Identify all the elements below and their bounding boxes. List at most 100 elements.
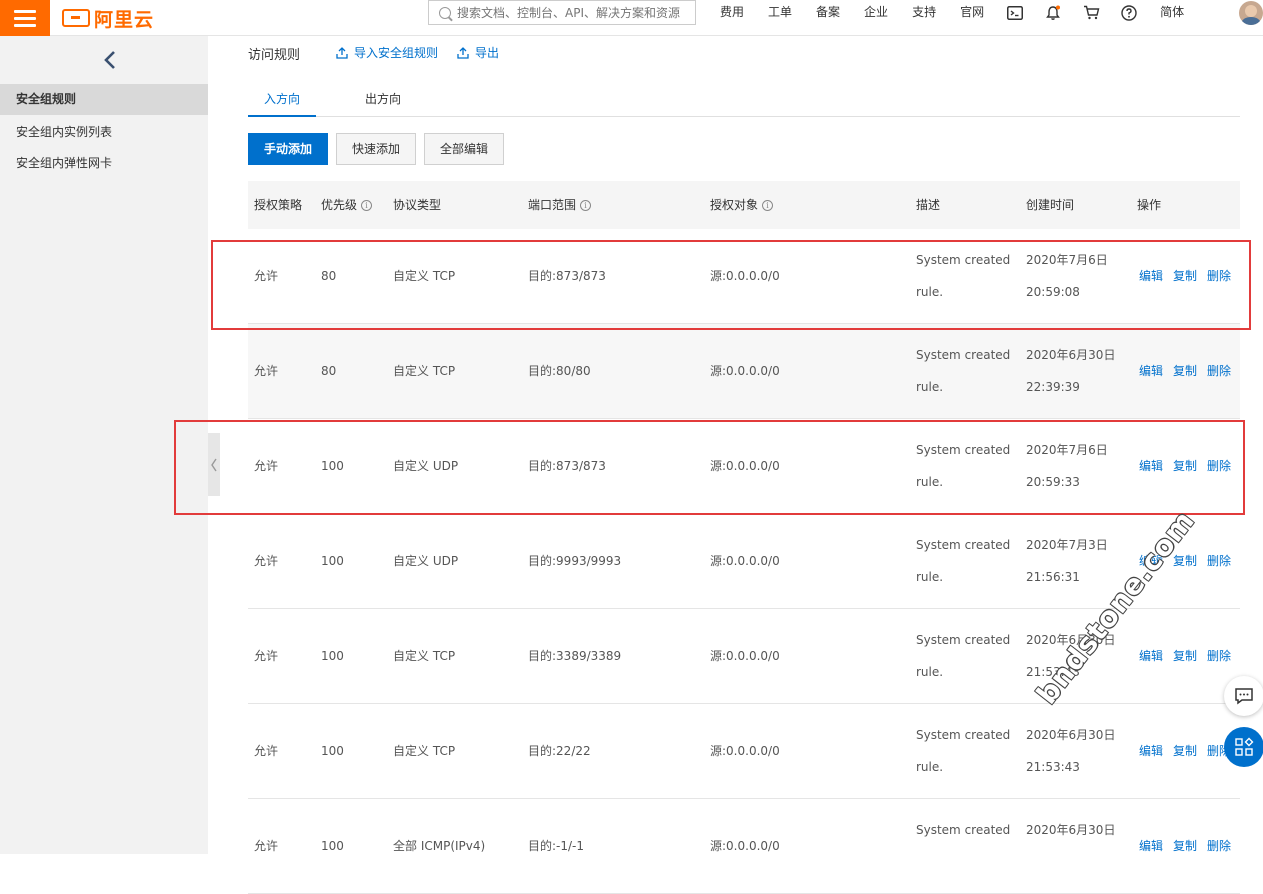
logo-text: 阿里云 xyxy=(94,8,155,31)
cell-desc-line1: System created xyxy=(916,443,1011,457)
cell-port: 目的:22/22 xyxy=(528,744,591,758)
row-actions: 编辑 复制 删除 xyxy=(1139,799,1231,894)
cell-priority: 100 xyxy=(321,649,344,663)
copy-link[interactable]: 复制 xyxy=(1173,609,1197,704)
tab-outbound[interactable]: 出方向 xyxy=(349,81,417,117)
edit-link[interactable]: 编辑 xyxy=(1139,799,1163,894)
copy-link[interactable]: 复制 xyxy=(1173,229,1197,324)
header-policy-label: 授权策略 xyxy=(254,198,303,212)
header-priority: 优先级 i xyxy=(321,181,373,229)
cell-created-date: 2020年6月30日 xyxy=(1026,348,1116,362)
nav-item-tickets[interactable]: 工单 xyxy=(756,0,804,25)
cell-target: 源:0.0.0.0/0 xyxy=(710,744,780,758)
cell-desc: System created rule. xyxy=(916,514,1010,609)
hamburger-icon xyxy=(14,9,36,13)
sidebar-toggle-handle[interactable] xyxy=(208,433,220,496)
help-icon[interactable] xyxy=(1110,0,1148,25)
nav-item-support[interactable]: 支持 xyxy=(900,0,948,25)
cell-created-time: 20:59:33 xyxy=(1026,475,1080,489)
sidebar-item-security-group-rules[interactable]: 安全组规则 xyxy=(0,84,208,115)
sidebar-item-instance-list[interactable]: 安全组内实例列表 xyxy=(0,117,208,148)
cell-created: 2020年6月30日 22:39:39 xyxy=(1026,324,1115,419)
cell-desc-line2: rule. xyxy=(916,570,944,584)
bell-icon[interactable] xyxy=(1034,0,1072,25)
edit-link[interactable]: 编辑 xyxy=(1139,324,1163,419)
cell-desc-line2: rule. xyxy=(916,475,944,489)
row-actions: 编辑 复制 删除 xyxy=(1139,324,1231,419)
search-input[interactable] xyxy=(457,5,687,20)
cell-created: 2020年7月6日 20:59:33 xyxy=(1026,419,1108,514)
edit-all-button[interactable]: 全部编辑 xyxy=(424,133,504,165)
copy-link[interactable]: 复制 xyxy=(1173,799,1197,894)
terminal-icon[interactable] xyxy=(996,0,1034,25)
cell-policy: 允许 xyxy=(254,554,279,568)
sidebar-item-eni-list[interactable]: 安全组内弹性网卡 xyxy=(0,148,208,179)
copy-link[interactable]: 复制 xyxy=(1173,419,1197,514)
info-icon[interactable]: i xyxy=(580,199,592,211)
menu-button[interactable] xyxy=(0,0,50,36)
logo[interactable]: 阿里云 xyxy=(62,4,154,32)
cell-target: 源:0.0.0.0/0 xyxy=(710,839,780,853)
cell-target: 源:0.0.0.0/0 xyxy=(710,364,780,378)
table-header: 授权策略 优先级 i 协议类型 端口范围 i 授权对象 i 描述 创建时间 操作 xyxy=(248,181,1240,229)
language-switch[interactable]: 简体 xyxy=(1148,0,1196,25)
nav-item-official-site[interactable]: 官网 xyxy=(948,0,996,25)
cell-created-time: 21:53:43 xyxy=(1026,760,1080,774)
nav-item-fees[interactable]: 费用 xyxy=(708,0,756,25)
export-link[interactable]: 导出 xyxy=(457,44,499,61)
export-label: 导出 xyxy=(475,46,500,60)
table-row: 允许 100 全部 ICMP(IPv4) 目的:-1/-1 源:0.0.0.0/0 Sys… xyxy=(248,799,1240,894)
edit-link[interactable]: 编辑 xyxy=(1139,229,1163,324)
header-created-label: 创建时间 xyxy=(1026,198,1075,212)
copy-link[interactable]: 复制 xyxy=(1173,324,1197,419)
delete-link[interactable]: 删除 xyxy=(1207,799,1231,894)
cell-priority: 100 xyxy=(321,839,344,853)
header-protocol: 协议类型 xyxy=(393,181,441,229)
cell-desc-line1: System created xyxy=(916,728,1011,742)
edit-link[interactable]: 编辑 xyxy=(1139,419,1163,514)
cell-priority: 100 xyxy=(321,744,344,758)
apps-button[interactable] xyxy=(1224,727,1263,767)
cell-policy: 允许 xyxy=(254,744,279,758)
cell-protocol: 自定义 UDP xyxy=(393,554,459,568)
search-box[interactable] xyxy=(428,0,696,25)
row-actions: 编辑 复制 删除 xyxy=(1139,609,1231,704)
chat-button[interactable] xyxy=(1224,676,1263,716)
copy-link[interactable]: 复制 xyxy=(1173,704,1197,799)
row-actions: 编辑 复制 删除 xyxy=(1139,419,1231,514)
delete-link[interactable]: 删除 xyxy=(1207,419,1231,514)
avatar[interactable] xyxy=(1239,1,1263,25)
table-row: 允许 100 自定义 TCP 目的:22/22 源:0.0.0.0/0 System cr… xyxy=(248,704,1240,799)
info-icon[interactable]: i xyxy=(361,199,373,211)
delete-link[interactable]: 删除 xyxy=(1207,324,1231,419)
cart-icon[interactable] xyxy=(1072,0,1110,25)
chevron-left-icon[interactable] xyxy=(100,48,120,72)
chat-icon xyxy=(1235,688,1253,705)
manual-add-button[interactable]: 手动添加 xyxy=(248,133,328,165)
nav-item-icp[interactable]: 备案 xyxy=(804,0,852,25)
info-icon[interactable]: i xyxy=(762,199,774,211)
edit-link[interactable]: 编辑 xyxy=(1139,609,1163,704)
cell-target: 源:0.0.0.0/0 xyxy=(710,554,780,568)
cell-protocol: 自定义 UDP xyxy=(393,459,459,473)
cell-created-time: 22:39:39 xyxy=(1026,380,1080,394)
delete-link[interactable]: 删除 xyxy=(1207,229,1231,324)
cell-priority: 100 xyxy=(321,459,344,473)
cell-desc-line2: rule. xyxy=(916,380,944,394)
tab-inbound[interactable]: 入方向 xyxy=(248,81,316,117)
cell-desc-line1: System created xyxy=(916,633,1011,647)
delete-link[interactable]: 删除 xyxy=(1207,514,1231,609)
cell-policy: 允许 xyxy=(254,649,279,663)
header-port: 端口范围 i xyxy=(528,181,592,229)
cell-desc-line1: System created xyxy=(916,253,1011,267)
cell-created-date: 2020年6月30日 xyxy=(1026,728,1116,742)
quick-add-button[interactable]: 快速添加 xyxy=(336,133,416,165)
cell-created: 2020年7月6日 20:59:08 xyxy=(1026,229,1108,324)
import-rules-link[interactable]: 导入安全组规则 xyxy=(336,44,438,61)
edit-link[interactable]: 编辑 xyxy=(1139,704,1163,799)
cell-protocol: 自定义 TCP xyxy=(393,269,456,283)
header-ops: 操作 xyxy=(1137,181,1161,229)
apps-icon xyxy=(1235,737,1254,756)
nav-item-enterprise[interactable]: 企业 xyxy=(852,0,900,25)
cell-port: 目的:-1/-1 xyxy=(528,839,585,853)
